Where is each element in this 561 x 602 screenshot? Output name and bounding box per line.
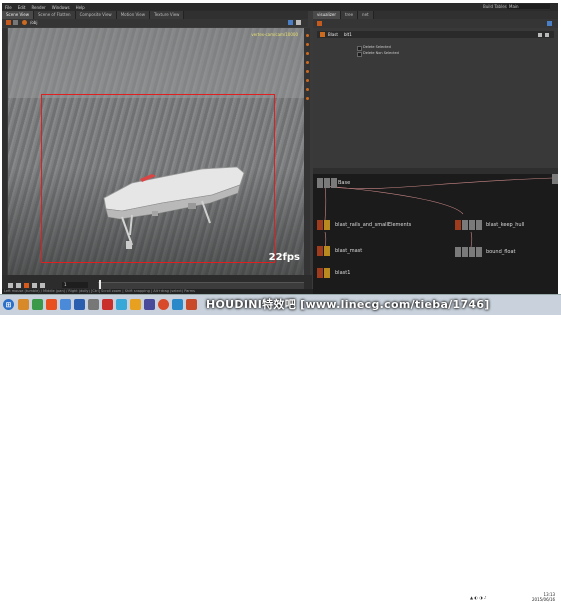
viewport-sky-band <box>8 28 304 98</box>
menu-help[interactable]: Help <box>73 5 88 10</box>
node-type-label: Blast <box>328 32 338 37</box>
node-base-label: Base <box>338 180 351 186</box>
back-icon[interactable] <box>317 21 322 26</box>
app-icon-10[interactable] <box>172 299 183 310</box>
snap-icon[interactable] <box>305 79 309 82</box>
menu-windows[interactable]: Windows <box>49 5 73 10</box>
delete-non-selected-checkbox[interactable] <box>357 52 362 57</box>
camera-label: vertex-cam/cam/10000 <box>251 32 298 37</box>
houdini-icon[interactable] <box>186 299 197 310</box>
frame-field[interactable]: 1 <box>62 282 88 288</box>
node-blast-mast-label: blast_mast <box>335 248 363 254</box>
app-icon-9[interactable] <box>144 299 155 310</box>
parameter-header: Blast blt1 <box>317 31 554 38</box>
delete-non-selected-label: Delete Non Selected <box>363 51 399 55</box>
scene-viewport[interactable]: vertex-cam/cam/10000 22fps <box>8 28 304 275</box>
app-icon-8[interactable] <box>130 299 141 310</box>
delete-selected-label: Delete Selected <box>363 45 391 49</box>
node-blast-rails[interactable] <box>317 220 331 230</box>
node-name-field[interactable]: blt1 <box>344 32 534 37</box>
menu-bar: File Edit Render Windows Help Build Tabl… <box>2 3 558 11</box>
app-icon-4[interactable] <box>74 299 85 310</box>
fps-readout: 22fps <box>268 252 300 263</box>
timeline-track[interactable] <box>98 282 304 289</box>
jump-end-icon[interactable] <box>40 283 45 288</box>
menu-edit[interactable]: Edit <box>15 5 29 10</box>
camera-icon[interactable] <box>305 52 309 55</box>
node-blast1[interactable] <box>317 268 331 278</box>
display-option-icon[interactable] <box>305 34 309 37</box>
node-wires <box>324 177 554 251</box>
shading-icon[interactable] <box>305 43 309 46</box>
jump-start-icon[interactable] <box>8 283 13 288</box>
tab-motion-view[interactable]: Motion View <box>116 11 151 19</box>
gear-icon[interactable] <box>537 32 542 37</box>
network-editor[interactable]: Base blast_rails_and_smallElements blast… <box>313 174 558 294</box>
tray-icons[interactable]: ▲ ◐ ◑ ♪ <box>470 595 486 600</box>
app-icon-3[interactable] <box>60 299 71 310</box>
back-icon[interactable] <box>6 20 11 25</box>
node-bound-float[interactable] <box>455 247 483 257</box>
light-icon[interactable] <box>305 61 309 64</box>
node-offscreen[interactable] <box>552 174 558 184</box>
app-icon-2[interactable] <box>46 299 57 310</box>
menu-render[interactable]: Render <box>28 5 48 10</box>
app-icon-6[interactable] <box>102 299 113 310</box>
tab-net[interactable]: net <box>358 11 374 19</box>
desktop-select[interactable]: Main <box>507 4 550 9</box>
app-icon-1[interactable] <box>32 299 43 310</box>
chrome-icon[interactable] <box>158 299 169 310</box>
delete-selected-checkbox[interactable] <box>357 46 362 51</box>
tab-visualizer[interactable]: visualizer <box>313 11 341 19</box>
tab-scene-view[interactable]: Scene View <box>2 11 34 19</box>
view-menu-icon[interactable] <box>296 20 301 25</box>
start-icon[interactable]: ⊞ <box>3 299 14 310</box>
node-blast1-label: blast1 <box>335 270 351 276</box>
node-blast-keep-hull[interactable] <box>455 220 483 230</box>
boat-model[interactable] <box>92 143 252 253</box>
app-icon-7[interactable] <box>116 299 127 310</box>
menu-file[interactable]: File <box>2 5 15 10</box>
blast-node-icon <box>320 32 325 37</box>
app-icon-5[interactable] <box>88 299 99 310</box>
node-blast-mast[interactable] <box>317 246 331 256</box>
forward-icon[interactable] <box>13 20 18 25</box>
tab-composite-view[interactable]: Composite View <box>75 11 117 19</box>
viewport-toolbar: /obj <box>2 19 308 27</box>
tab-tree[interactable]: tree <box>340 11 359 19</box>
right-pane-tabs: visualizer tree net <box>313 11 558 19</box>
scene-tabs: Scene View Scene of Flatten Composite Vi… <box>2 11 308 19</box>
node-base[interactable] <box>317 178 338 188</box>
step-back-icon[interactable] <box>16 283 21 288</box>
obj-context-icon <box>22 20 27 25</box>
explorer-icon[interactable] <box>18 299 29 310</box>
render-icon[interactable] <box>305 97 309 100</box>
step-forward-icon[interactable] <box>32 283 37 288</box>
tab-scene-flatten[interactable]: Scene of Flatten <box>33 11 76 19</box>
node-blast-rails-label: blast_rails_and_smallElements <box>335 222 412 228</box>
pin-icon[interactable] <box>547 21 552 26</box>
ghost-icon[interactable] <box>305 88 309 91</box>
clock-date: 2015/06/16 <box>532 597 556 602</box>
timeline-cursor[interactable] <box>99 280 101 289</box>
parameter-pane: Blast blt1 Delete Selected Delete Non Se… <box>313 28 558 168</box>
taskbar-clock[interactable]: 13:13 2015/06/16 <box>532 592 555 602</box>
desktop-label: Build Tables <box>483 4 507 9</box>
node-bound-float-label: bound_float <box>486 249 516 255</box>
houdini-window: File Edit Render Windows Help Build Tabl… <box>2 3 558 294</box>
tab-texture-view[interactable]: Texture View <box>150 11 185 19</box>
node-blast-keep-hull-label: blast_keep_hull <box>486 222 525 228</box>
object-path[interactable]: /obj <box>30 20 37 25</box>
grid-icon[interactable] <box>305 70 309 73</box>
play-icon[interactable] <box>24 283 29 288</box>
watermark-text: HOUDINI特效吧 [www.linecg.com/tieba/1746] <box>206 298 490 311</box>
help-icon[interactable] <box>544 32 549 37</box>
param-path-bar <box>313 19 558 28</box>
viewport-right-toolbar <box>304 28 310 275</box>
view-pin-icon[interactable] <box>288 20 293 25</box>
left-toolbar <box>2 28 7 275</box>
